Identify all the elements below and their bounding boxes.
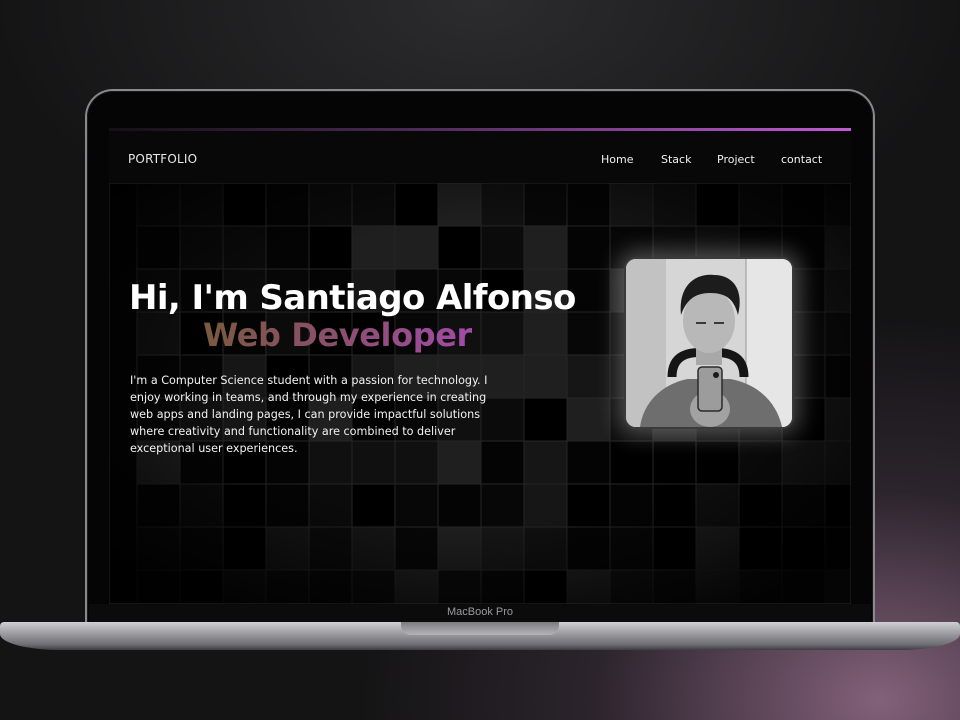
laptop-notch: [401, 622, 559, 635]
nav-link-contact[interactable]: contact: [781, 153, 822, 166]
hero-subtitle: Web Developer: [203, 316, 472, 354]
navbar: PORTFOLIO Home Stack Project contact: [109, 131, 851, 183]
site-brand[interactable]: PORTFOLIO: [128, 152, 197, 166]
laptop-screen: PORTFOLIO Home Stack Project contact Hi,…: [109, 128, 851, 604]
hero-description: I'm a Computer Science student with a pa…: [130, 374, 488, 455]
nav-link-stack[interactable]: Stack: [661, 153, 691, 166]
nav-link-project[interactable]: Project: [717, 153, 755, 166]
laptop-chin: MacBook Pro: [89, 604, 871, 624]
profile-photo-image: [626, 259, 792, 427]
device-label: MacBook Pro: [446, 606, 514, 618]
hero-title: Hi, I'm Santiago Alfonso: [129, 278, 576, 318]
nav-link-home[interactable]: Home: [601, 153, 633, 166]
profile-photo: [624, 257, 794, 429]
